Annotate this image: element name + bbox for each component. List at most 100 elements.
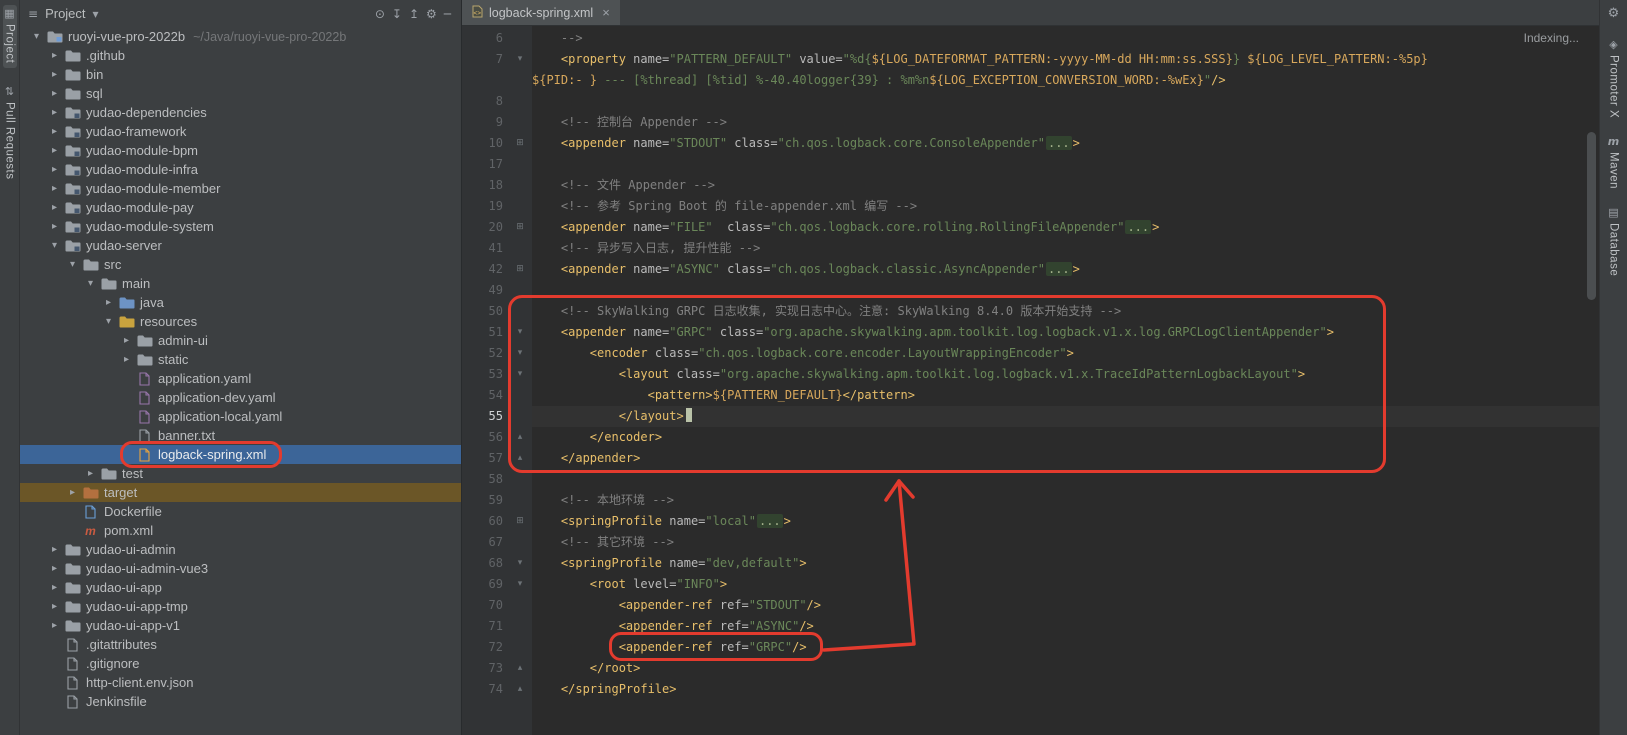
fold-plus-icon[interactable]: ⊞ xyxy=(508,217,532,238)
line-number[interactable]: 9 xyxy=(462,112,508,133)
expand-all-icon[interactable]: ↧ xyxy=(392,7,402,21)
fold-plus-icon[interactable]: ⊞ xyxy=(508,511,532,532)
code-line[interactable]: 68▾<springProfile name="dev,default"> xyxy=(462,553,1599,574)
line-number[interactable]: 52 xyxy=(462,343,508,364)
chevron-down-icon[interactable]: ▾ xyxy=(28,31,45,42)
line-number[interactable]: 54 xyxy=(462,385,508,406)
tree-item[interactable]: logback-spring.xml xyxy=(20,445,461,464)
tree-item[interactable]: .gitattributes xyxy=(20,635,461,654)
line-number[interactable]: 58 xyxy=(462,469,508,490)
tree-item[interactable]: ▸yudao-dependencies xyxy=(20,103,461,122)
line-number[interactable]: 19 xyxy=(462,196,508,217)
tree-item[interactable]: ▾resources xyxy=(20,312,461,331)
fold-down-icon[interactable]: ▾ xyxy=(508,364,532,385)
code-line[interactable]: 49 xyxy=(462,280,1599,301)
editor-tab-logback-spring-xml[interactable]: <> logback-spring.xml × xyxy=(462,0,620,25)
line-number[interactable]: 73 xyxy=(462,658,508,679)
code-line[interactable]: 42⊞<appender name="ASYNC" class="ch.qos.… xyxy=(462,259,1599,280)
chevron-right-icon[interactable]: ▸ xyxy=(46,107,63,118)
line-number[interactable]: 10 xyxy=(462,133,508,154)
line-number[interactable]: 60 xyxy=(462,511,508,532)
line-number[interactable]: 69 xyxy=(462,574,508,595)
fold-up-icon[interactable]: ▴ xyxy=(508,448,532,469)
tree-item[interactable]: ▸static xyxy=(20,350,461,369)
tree-item[interactable]: ▸yudao-module-member xyxy=(20,179,461,198)
code-line[interactable]: 7▾<property name="PATTERN_DEFAULT" value… xyxy=(462,49,1599,70)
line-number[interactable]: 72 xyxy=(462,637,508,658)
chevron-right-icon[interactable]: ▸ xyxy=(64,487,81,498)
line-number[interactable]: 42 xyxy=(462,259,508,280)
code-line[interactable]: 56▴</encoder> xyxy=(462,427,1599,448)
menu-icon[interactable]: ≡ xyxy=(28,7,38,21)
code-line[interactable]: ${PID:- } --- [%thread] [%tid] %-40.40lo… xyxy=(462,70,1599,91)
tree-item[interactable]: application-local.yaml xyxy=(20,407,461,426)
chevron-right-icon[interactable]: ▸ xyxy=(118,354,135,365)
line-number[interactable]: 51 xyxy=(462,322,508,343)
tree-item[interactable]: ▸yudao-module-pay xyxy=(20,198,461,217)
line-number[interactable]: 56 xyxy=(462,427,508,448)
chevron-right-icon[interactable]: ▸ xyxy=(82,468,99,479)
chevron-right-icon[interactable]: ▸ xyxy=(46,69,63,80)
collapse-all-icon[interactable]: ↥ xyxy=(409,7,419,21)
code-line[interactable]: 19<!-- 参考 Spring Boot 的 file-appender.xm… xyxy=(462,196,1599,217)
editor-scrollbar[interactable] xyxy=(1587,132,1596,300)
tree-item[interactable]: ▸yudao-module-infra xyxy=(20,160,461,179)
line-number[interactable]: 17 xyxy=(462,154,508,175)
tree-item[interactable]: ▸yudao-ui-app-v1 xyxy=(20,616,461,635)
fold-down-icon[interactable]: ▾ xyxy=(508,553,532,574)
code-line[interactable]: 41<!-- 异步写入日志, 提升性能 --> xyxy=(462,238,1599,259)
tree-item[interactable]: ▸target xyxy=(20,483,461,502)
tree-item[interactable]: application-dev.yaml xyxy=(20,388,461,407)
locate-file-icon[interactable]: ⊙ xyxy=(375,7,385,21)
code-line[interactable]: 9<!-- 控制台 Appender --> xyxy=(462,112,1599,133)
chevron-right-icon[interactable]: ▸ xyxy=(46,126,63,137)
tree-item[interactable]: ▾yudao-server xyxy=(20,236,461,255)
tab-close-icon[interactable]: × xyxy=(602,5,610,20)
code-line[interactable]: 18<!-- 文件 Appender --> xyxy=(462,175,1599,196)
code-line[interactable]: 55</layout> xyxy=(462,406,1599,427)
chevron-right-icon[interactable]: ▸ xyxy=(100,297,117,308)
settings-gear-icon[interactable]: ⚙ xyxy=(426,7,437,21)
tree-item[interactable]: ▸test xyxy=(20,464,461,483)
fold-up-icon[interactable]: ▴ xyxy=(508,679,532,700)
line-number[interactable]: 55 xyxy=(462,406,508,427)
line-number[interactable]: 8 xyxy=(462,91,508,112)
line-number[interactable]: 7 xyxy=(462,49,508,70)
tree-item[interactable]: ▸yudao-ui-app xyxy=(20,578,461,597)
code-line[interactable]: 8 xyxy=(462,91,1599,112)
toolwindow-button-project[interactable]: ▦Project xyxy=(3,5,17,68)
chevron-right-icon[interactable]: ▸ xyxy=(46,620,63,631)
line-number[interactable]: 67 xyxy=(462,532,508,553)
line-number[interactable] xyxy=(462,70,508,91)
chevron-right-icon[interactable]: ▸ xyxy=(46,601,63,612)
chevron-right-icon[interactable]: ▸ xyxy=(46,50,63,61)
chevron-down-icon[interactable]: ▾ xyxy=(100,316,117,327)
code-line[interactable]: 74▴</springProfile> xyxy=(462,679,1599,700)
code-line[interactable]: 53▾<layout class="org.apache.skywalking.… xyxy=(462,364,1599,385)
chevron-right-icon[interactable]: ▸ xyxy=(46,202,63,213)
tree-item[interactable]: ▾ruoyi-vue-pro-2022b~/Java/ruoyi-vue-pro… xyxy=(20,27,461,46)
line-number[interactable]: 20 xyxy=(462,217,508,238)
code-line[interactable]: 51▾<appender name="GRPC" class="org.apac… xyxy=(462,322,1599,343)
line-number[interactable]: 41 xyxy=(462,238,508,259)
line-number[interactable]: 59 xyxy=(462,490,508,511)
code-line[interactable]: 67<!-- 其它环境 --> xyxy=(462,532,1599,553)
tree-item[interactable]: ▸admin-ui xyxy=(20,331,461,350)
fold-down-icon[interactable]: ▾ xyxy=(508,343,532,364)
tree-item[interactable]: ▸yudao-ui-admin-vue3 xyxy=(20,559,461,578)
code-line[interactable]: 72<appender-ref ref="GRPC"/> xyxy=(462,637,1599,658)
fold-up-icon[interactable]: ▴ xyxy=(508,427,532,448)
chevron-right-icon[interactable]: ▸ xyxy=(46,164,63,175)
fold-down-icon[interactable]: ▾ xyxy=(508,574,532,595)
tree-item[interactable]: ▸yudao-ui-admin xyxy=(20,540,461,559)
line-number[interactable]: 70 xyxy=(462,595,508,616)
code-line[interactable]: 70<appender-ref ref="STDOUT"/> xyxy=(462,595,1599,616)
tree-item[interactable]: ▸sql xyxy=(20,84,461,103)
code-line[interactable]: 52▾<encoder class="ch.qos.logback.core.e… xyxy=(462,343,1599,364)
tree-item[interactable]: mpom.xml xyxy=(20,521,461,540)
fold-up-icon[interactable]: ▴ xyxy=(508,658,532,679)
line-number[interactable]: 49 xyxy=(462,280,508,301)
tree-item[interactable]: banner.txt xyxy=(20,426,461,445)
chevron-right-icon[interactable]: ▸ xyxy=(46,221,63,232)
tree-item[interactable]: application.yaml xyxy=(20,369,461,388)
